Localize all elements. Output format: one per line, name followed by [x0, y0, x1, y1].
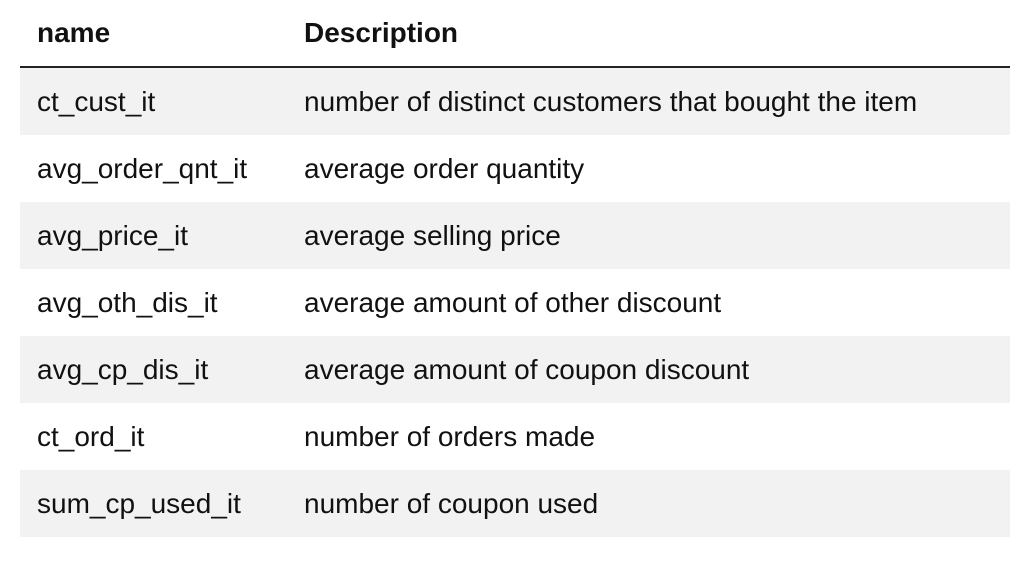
- table-row: avg_cp_dis_it average amount of coupon d…: [20, 336, 1010, 403]
- feature-table-container: name Description ct_cust_it number of di…: [20, 0, 1010, 537]
- cell-name: avg_cp_dis_it: [20, 336, 304, 403]
- table-body: ct_cust_it number of distinct customers …: [20, 67, 1010, 537]
- table-row: avg_oth_dis_it average amount of other d…: [20, 269, 1010, 336]
- cell-description: number of distinct customers that bought…: [304, 67, 1010, 135]
- cell-name: ct_cust_it: [20, 67, 304, 135]
- cell-name: avg_price_it: [20, 202, 304, 269]
- table-row: avg_order_qnt_it average order quantity: [20, 135, 1010, 202]
- cell-description: number of orders made: [304, 403, 1010, 470]
- table-header: name Description: [20, 0, 1010, 68]
- table-row: sum_cp_used_it number of coupon used: [20, 470, 1010, 537]
- cell-name: sum_cp_used_it: [20, 470, 304, 537]
- header-row: name Description: [20, 0, 1010, 68]
- cell-description: average order quantity: [304, 135, 1010, 202]
- table-row: avg_price_it average selling price: [20, 202, 1010, 269]
- cell-name: avg_order_qnt_it: [20, 135, 304, 202]
- cell-description: average selling price: [304, 202, 1010, 269]
- table-row: ct_ord_it number of orders made: [20, 403, 1010, 470]
- table-row: ct_cust_it number of distinct customers …: [20, 67, 1010, 135]
- cell-description: average amount of coupon discount: [304, 336, 1010, 403]
- cell-description: number of coupon used: [304, 470, 1010, 537]
- column-header-name: name: [20, 0, 304, 68]
- cell-name: ct_ord_it: [20, 403, 304, 470]
- column-header-description: Description: [304, 0, 1010, 68]
- cell-description: average amount of other discount: [304, 269, 1010, 336]
- feature-table: name Description ct_cust_it number of di…: [20, 0, 1010, 537]
- cell-name: avg_oth_dis_it: [20, 269, 304, 336]
